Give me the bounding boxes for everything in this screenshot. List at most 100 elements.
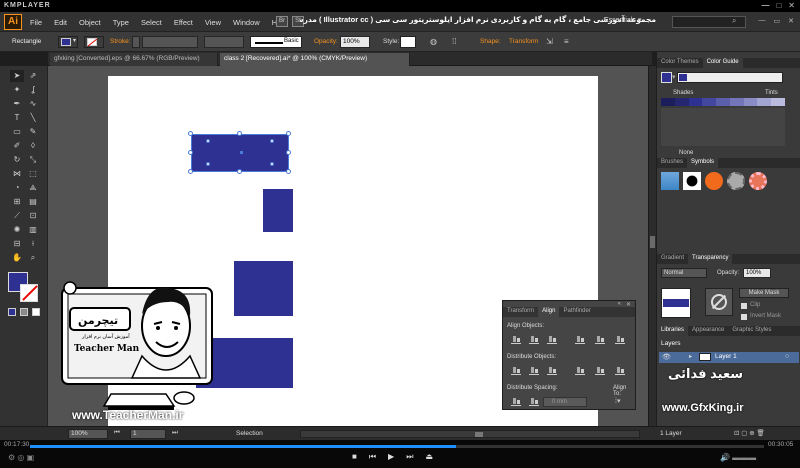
app-minimize-icon[interactable]: — (759, 17, 766, 25)
menu-edit[interactable]: Edit (54, 18, 67, 27)
stop-icon[interactable]: ■ (352, 452, 357, 462)
vertical-spacing-icon[interactable] (511, 397, 521, 406)
perspective-grid-tool-icon[interactable]: ⟁ (26, 182, 40, 194)
tab-pathfinder[interactable]: Pathfinder (559, 307, 594, 317)
eject-icon[interactable]: ⏏ (425, 452, 433, 462)
shade-swatch[interactable] (729, 98, 744, 106)
tab-color-themes[interactable]: Color Themes (657, 58, 703, 68)
line-tool-icon[interactable]: ╲ (26, 112, 40, 124)
symbol-sprayer-tool-icon[interactable]: ✺ (10, 224, 24, 236)
distribute-top-icon[interactable] (511, 366, 521, 375)
lasso-tool-icon[interactable]: ʆ (26, 84, 40, 96)
tab-symbols[interactable]: Symbols (687, 158, 719, 168)
none-mode-icon[interactable] (32, 308, 40, 316)
eraser-tool-icon[interactable]: ◊ (26, 140, 40, 152)
resize-handle[interactable] (286, 150, 291, 155)
type-tool-icon[interactable]: T (10, 112, 24, 124)
corner-widget[interactable] (270, 139, 274, 143)
settings-icon[interactable]: ⚙ ◎ ▣ (8, 453, 34, 462)
stroke-color-swatch[interactable] (20, 284, 38, 302)
menu-file[interactable]: File (30, 18, 42, 27)
invert-mask-checkbox[interactable] (741, 314, 747, 320)
shape-builder-tool-icon[interactable]: ◔ (10, 182, 24, 194)
distribute-right-icon[interactable] (615, 366, 625, 375)
free-transform-tool-icon[interactable]: ⬚ (26, 168, 40, 180)
resize-handle[interactable] (237, 131, 242, 136)
player-maximize-icon[interactable]: □ (776, 1, 782, 10)
color-mode-icon[interactable] (8, 308, 16, 316)
blend-mode-dropdown[interactable]: Normal (661, 268, 707, 278)
base-color-swatch[interactable] (661, 72, 672, 83)
tab-class2[interactable]: class 2 [Recovered].ai* @ 100% (CMYK/Pre… (220, 53, 410, 66)
play-icon[interactable]: ▶ (388, 452, 394, 462)
shade-swatch[interactable] (661, 98, 675, 106)
stroke-weight-stepper[interactable] (132, 36, 140, 48)
tab-brushes[interactable]: Brushes (657, 158, 687, 168)
tab-gradient[interactable]: Gradient (657, 254, 688, 264)
shade-swatch[interactable] (716, 98, 730, 106)
align-bottom-icon[interactable] (615, 335, 625, 344)
player-minimize-icon[interactable]: — (761, 1, 770, 10)
tab-align[interactable]: Align (538, 307, 560, 317)
rectangle-tool-icon[interactable]: ▭ (10, 126, 24, 138)
width-tool-icon[interactable]: ⋈ (10, 168, 24, 180)
slice-tool-icon[interactable]: ⟊ (26, 238, 40, 250)
transparency-thumbnail[interactable] (661, 288, 691, 318)
shade-swatch[interactable] (674, 98, 689, 106)
distribute-left-icon[interactable] (575, 366, 585, 375)
menu-type[interactable]: Type (113, 18, 129, 27)
hand-tool-icon[interactable]: ✋ (10, 252, 24, 264)
tab-transparency[interactable]: Transparency (688, 254, 733, 264)
magic-wand-tool-icon[interactable]: ✦ (10, 84, 24, 96)
stroke-label[interactable]: Stroke: (110, 38, 131, 45)
tab-libraries[interactable]: Libraries (657, 326, 689, 336)
resize-handle[interactable] (286, 169, 291, 174)
recolor-artwork-icon[interactable]: ◍ (430, 37, 437, 46)
target-circle-icon[interactable]: ○ (785, 353, 789, 360)
zoom-tool-icon[interactable]: ⌕ (26, 252, 40, 264)
layer-tools-icon[interactable]: ⊡ ▢ ⊕ 🗑 (734, 429, 765, 437)
bridge-icon[interactable]: Br (276, 16, 288, 27)
graphic-style-swatch[interactable] (400, 36, 416, 48)
opacity-label[interactable]: Opacity: (314, 38, 338, 45)
align-left-icon[interactable] (511, 335, 521, 344)
symbol-flower[interactable] (749, 172, 767, 190)
symbol-blue-banner[interactable] (661, 172, 679, 190)
dropdown-arrow-icon[interactable]: ▾ (672, 73, 676, 81)
shade-swatch[interactable] (702, 98, 717, 106)
shade-swatch[interactable] (771, 98, 786, 106)
harmony-rules-dropdown[interactable] (677, 72, 783, 83)
opacity-field[interactable]: 100% (340, 36, 370, 48)
paintbrush-tool-icon[interactable]: ✎ (26, 126, 40, 138)
resize-handle[interactable] (237, 169, 242, 174)
menu-window[interactable]: Window (233, 18, 260, 27)
transform-label[interactable]: Transform (509, 38, 538, 45)
brush-dropdown[interactable]: Basic (250, 36, 302, 48)
clip-checkbox[interactable] (741, 303, 747, 309)
blend-tool-icon[interactable]: ⊡ (26, 210, 40, 222)
pen-tool-icon[interactable]: ✒ (10, 98, 24, 110)
corner-widget[interactable] (206, 162, 210, 166)
symbol-orange-dot[interactable] (705, 172, 723, 190)
menu-effect[interactable]: Effect (174, 18, 193, 27)
distribute-bottom-icon[interactable] (547, 366, 557, 375)
opacity-field-panel[interactable]: 100% (743, 268, 771, 278)
artboard-dropdown[interactable]: 1 (130, 429, 166, 439)
resize-handle[interactable] (188, 131, 193, 136)
shaper-tool-icon[interactable]: ✐ (10, 140, 24, 152)
scale-tool-icon[interactable]: ⤡ (26, 154, 40, 166)
first-artboard-icon[interactable]: ⏮ (114, 429, 120, 437)
color-variations-grid[interactable] (661, 108, 785, 146)
resize-handle[interactable] (286, 131, 291, 136)
align-right-icon[interactable] (547, 335, 557, 344)
curvature-tool-icon[interactable]: ∿ (26, 98, 40, 110)
gradient-tool-icon[interactable]: ▤ (26, 196, 40, 208)
shade-swatch[interactable] (743, 98, 758, 106)
tab-transform[interactable]: Transform (503, 307, 538, 317)
mesh-tool-icon[interactable]: ⊞ (10, 196, 24, 208)
stroke-weight-dropdown[interactable] (142, 36, 198, 48)
horizontal-spacing-icon[interactable] (529, 397, 539, 406)
rectangle-small[interactable] (263, 189, 293, 232)
seek-bar[interactable] (30, 445, 764, 448)
panel-menu-icon[interactable]: ≡ (564, 37, 569, 46)
